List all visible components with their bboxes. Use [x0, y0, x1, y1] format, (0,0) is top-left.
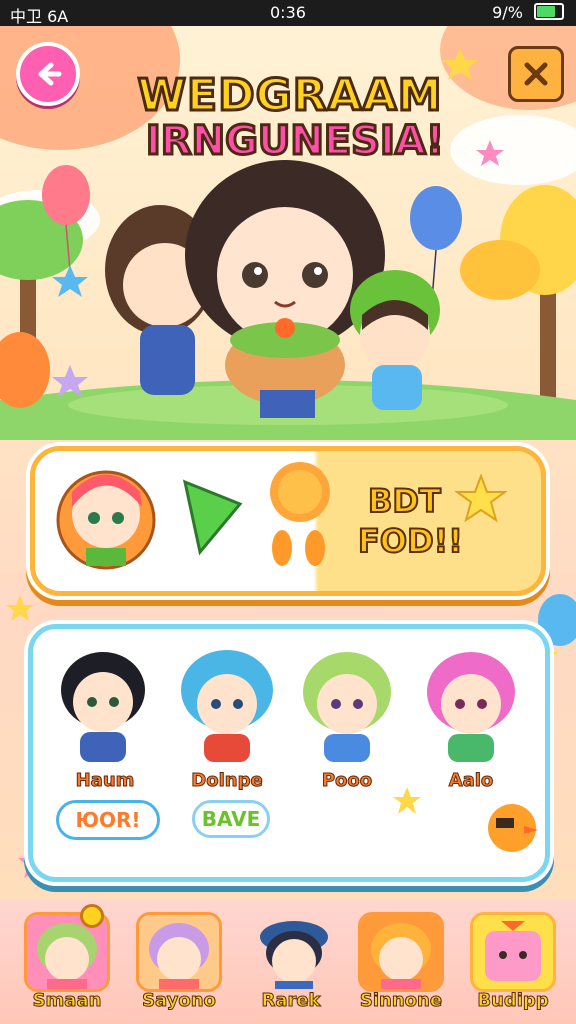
clock: 0:36: [270, 3, 306, 22]
food-panel-graphics: [56, 462, 330, 570]
character-name-2: Dolnpe: [191, 770, 263, 792]
tab-avatar: [361, 915, 441, 989]
character-card-2[interactable]: [172, 640, 282, 770]
notification-badge: [80, 904, 104, 928]
character-portrait: [303, 652, 391, 762]
tab-budipp[interactable]: [470, 912, 556, 992]
back-button[interactable]: [16, 42, 80, 106]
tab-label-sinnone: Sinnone: [359, 990, 443, 1012]
close-icon: [524, 62, 548, 86]
chick-icon: [453, 473, 509, 526]
character-name-1: Haum: [75, 770, 135, 792]
battery-icon: [534, 3, 564, 20]
close-button[interactable]: [508, 46, 564, 102]
food-text-line2: FOD!!: [357, 521, 464, 561]
character-card-1[interactable]: [48, 640, 158, 770]
speech-bubble-1: ЮОR!: [56, 800, 160, 840]
tab-sayono[interactable]: [136, 912, 222, 992]
character-portrait: [181, 650, 273, 762]
tab-avatar: [473, 915, 553, 989]
tab-rarek[interactable]: [248, 912, 334, 992]
character-name-3: Pooo: [321, 770, 373, 792]
hero-characters: [105, 160, 440, 418]
speech-bubble-2: BAVE: [192, 800, 270, 838]
star-icon: [393, 787, 421, 814]
tab-avatar: [260, 921, 328, 989]
battery-percent: 9/%: [492, 3, 523, 22]
status-bar: 中卫 6A 0:36 9/%: [0, 0, 576, 26]
character-name-4: Aalo: [448, 770, 494, 792]
tab-avatar: [139, 915, 219, 989]
tab-sinnone[interactable]: [358, 912, 444, 992]
bird-icon: [488, 804, 538, 852]
character-portrait: [61, 652, 145, 762]
tab-label-budipp: Budipp: [477, 990, 549, 1012]
food-text-line1: BDT: [367, 481, 442, 521]
character-portrait: [427, 652, 515, 762]
character-card-3[interactable]: [292, 640, 402, 770]
game-title-line1: WEDGRAAM: [136, 69, 443, 123]
tab-label-smaan: Smaan: [32, 990, 102, 1012]
tab-label-rarek: Rarek: [261, 990, 321, 1012]
arrow-left-icon: [38, 62, 62, 86]
tab-label-sayono: Sayono: [142, 990, 217, 1012]
battery-indicator: 9/%: [492, 3, 564, 22]
character-card-4[interactable]: [416, 640, 526, 770]
carrier-text: 中卫 6A: [10, 7, 69, 26]
